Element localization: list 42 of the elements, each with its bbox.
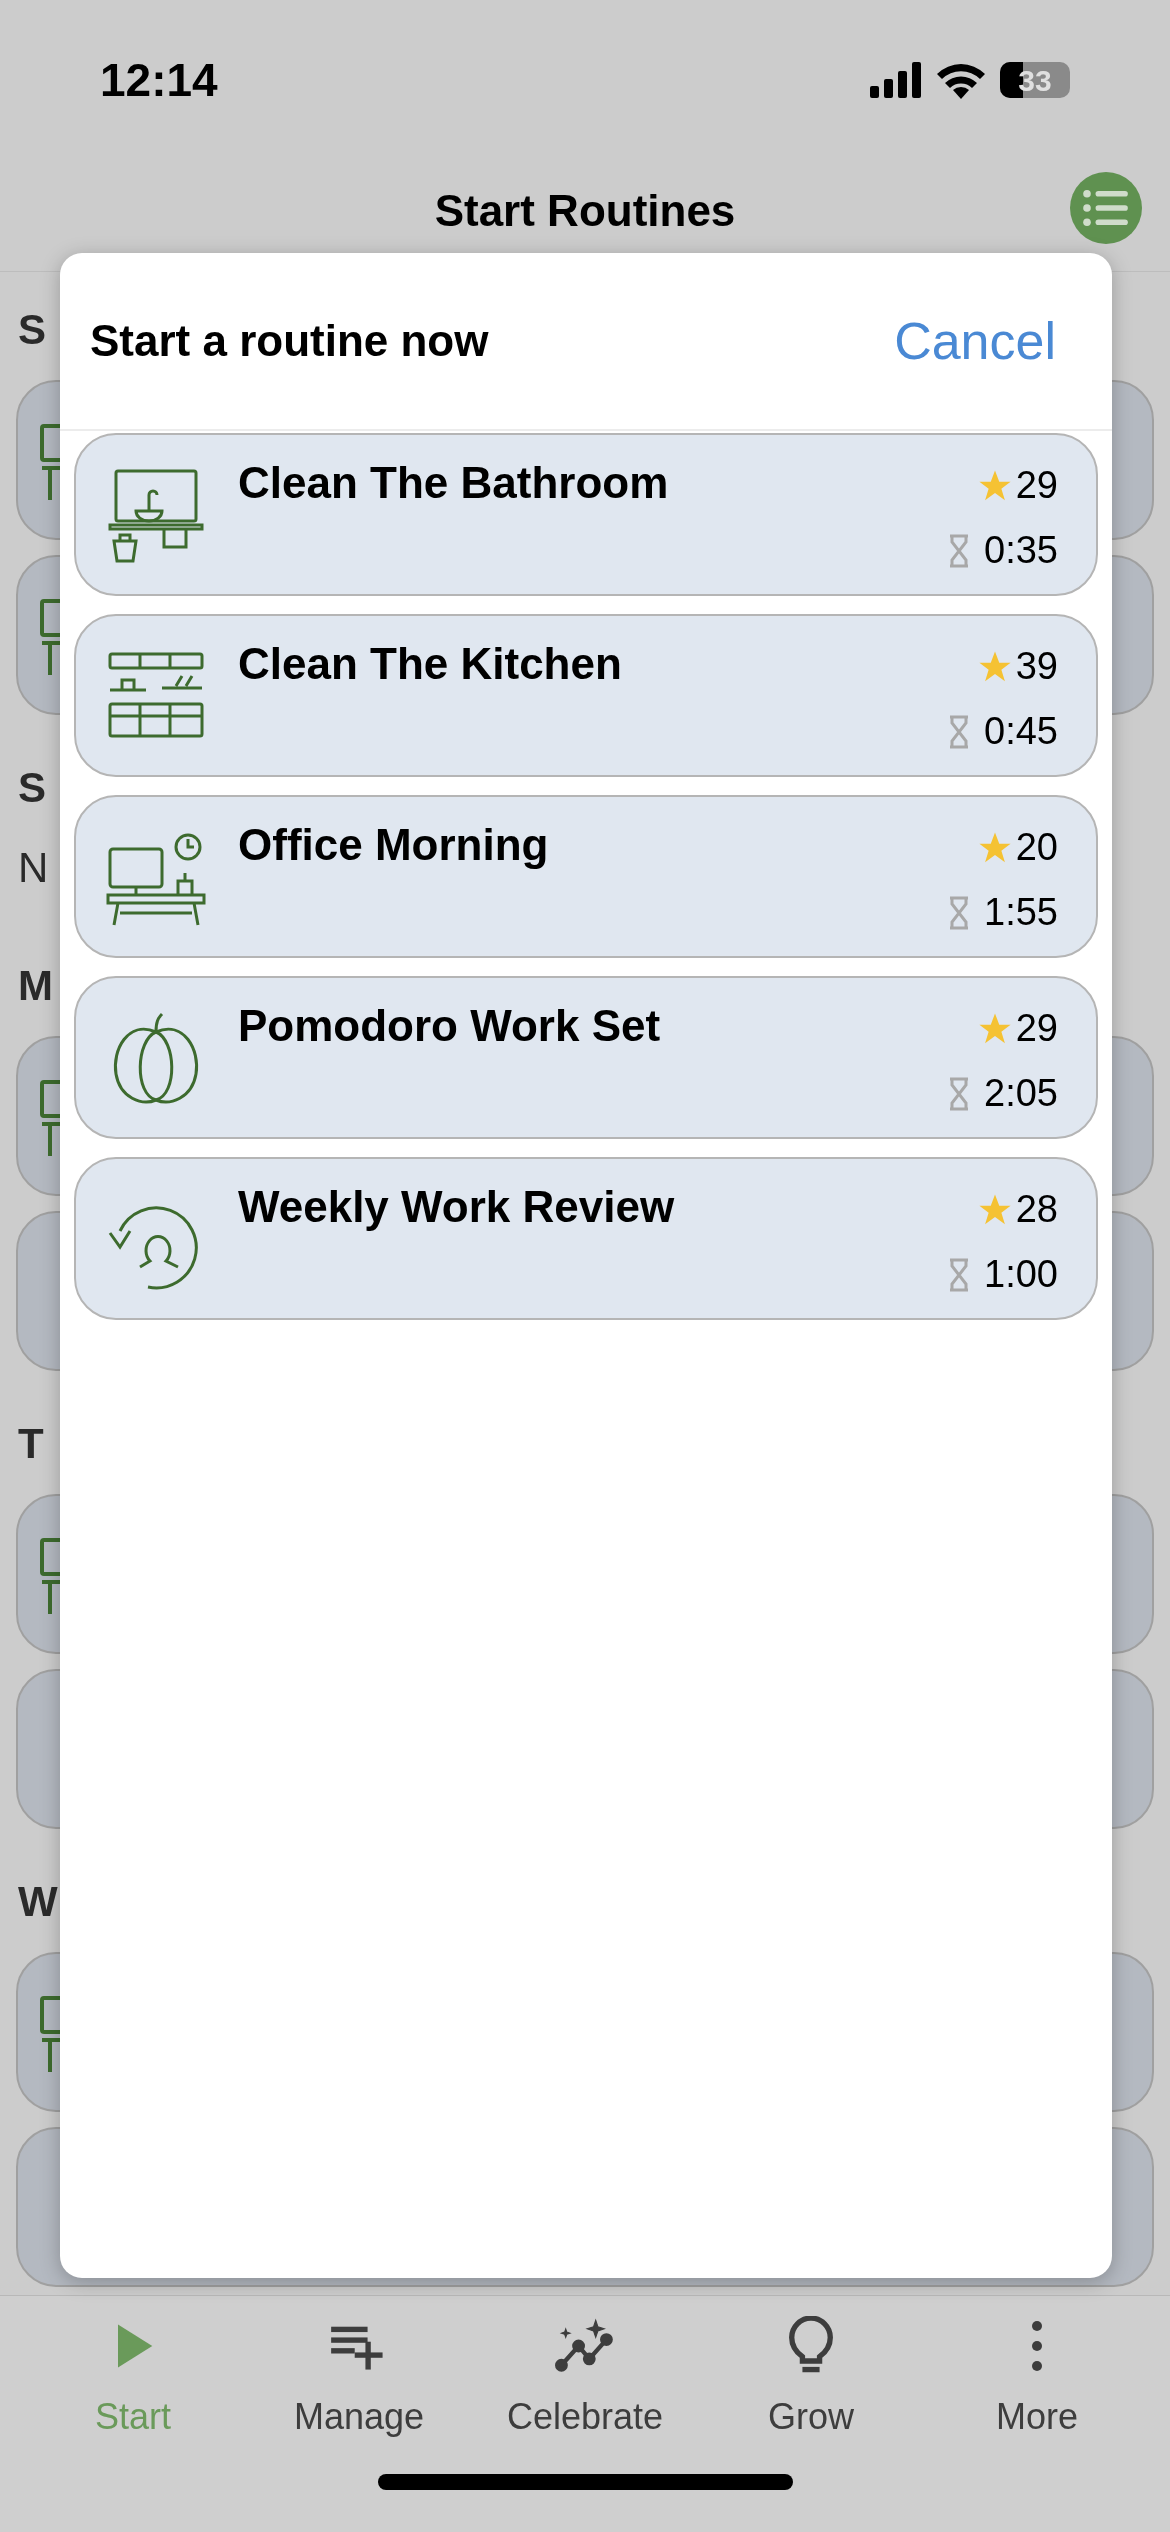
section-heading: T [18, 1419, 44, 1469]
routine-title: Clean The Bathroom [238, 457, 670, 509]
signal-icon [870, 62, 922, 98]
section-text: N [18, 843, 49, 893]
section-heading: M [18, 961, 53, 1011]
hourglass-icon [948, 714, 971, 749]
routine-score: 28 [1015, 1187, 1058, 1232]
section-heading: S [18, 305, 46, 355]
cancel-button[interactable]: Cancel [894, 302, 1056, 380]
tab-item[interactable]: More [937, 2316, 1137, 2444]
tab-item[interactable]: Manage [259, 2316, 459, 2444]
tab-item[interactable]: Grow [711, 2316, 911, 2444]
hourglass-icon [948, 1076, 971, 1111]
routine-card[interactable]: Clean The Kitchen 39 0:45 [74, 614, 1098, 777]
wifi-icon [936, 61, 986, 99]
routine-score: 29 [1015, 1006, 1058, 1051]
nav-title: Start Routines [434, 184, 736, 237]
hourglass-icon [948, 1257, 971, 1292]
routine-card[interactable]: Clean The Bathroom 29 0:35 [74, 433, 1098, 596]
routine-card[interactable]: Pomodoro Work Set 29 2:05 [74, 976, 1098, 1139]
routine-title: Pomodoro Work Set [238, 1000, 662, 1052]
sheet-title: Start a routine now [90, 315, 489, 367]
routine-title: Office Morning [238, 819, 550, 871]
section-heading: W [18, 1877, 58, 1927]
routine-title: Clean The Kitchen [238, 638, 623, 690]
hourglass-icon [948, 895, 971, 930]
section-heading: S [18, 763, 46, 813]
tab-item[interactable]: Celebrate [485, 2316, 685, 2444]
hourglass-icon [948, 533, 971, 568]
list-icon [1082, 189, 1130, 227]
routine-score: 39 [1015, 644, 1058, 689]
routine-score: 20 [1015, 825, 1058, 870]
routine-duration: 0:35 [984, 528, 1058, 573]
routine-card[interactable]: Office Morning 20 1:55 [74, 795, 1098, 958]
routine-duration: 1:55 [984, 890, 1058, 935]
routine-duration: 0:45 [984, 709, 1058, 754]
routine-score: 29 [1015, 463, 1058, 508]
routine-title: Weekly Work Review [238, 1181, 676, 1233]
routine-duration: 2:05 [984, 1071, 1058, 1116]
routine-card[interactable]: Weekly Work Review 28 1:00 [74, 1157, 1098, 1320]
status-time: 12:14 [100, 52, 218, 108]
routine-duration: 1:00 [984, 1252, 1058, 1297]
